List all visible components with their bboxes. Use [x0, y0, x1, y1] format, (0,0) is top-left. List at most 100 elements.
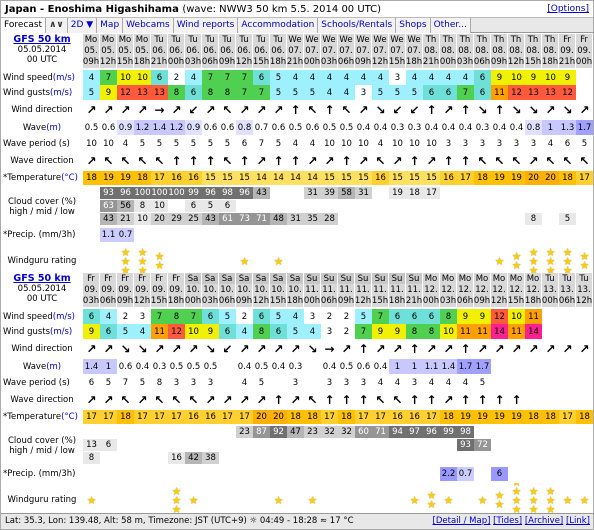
tab-other[interactable]: Other... [430, 18, 471, 33]
wave-period-cell: 3 [326, 377, 333, 388]
date-cell: 09. [168, 284, 185, 295]
wave-unit-link[interactable]: (m) [46, 362, 61, 372]
wave-period-cell: 4 [445, 377, 452, 388]
wave-label: Wave (m) [22, 361, 62, 372]
cloud-mid-cell: 56 [117, 200, 134, 212]
wave-period-cell [219, 375, 236, 390]
footer-link-detailmap[interactable]: [Detail / Map] [433, 516, 491, 526]
wave-cell: 0.3 [389, 120, 406, 135]
tab-shops[interactable]: Shops [396, 18, 431, 33]
wave-cell: 0.5 [338, 359, 355, 374]
rating-star-icon [372, 483, 389, 517]
precipitation-cell [440, 228, 457, 242]
temperature-cell: 18 [304, 410, 321, 424]
model-name-link[interactable]: GFS 50 km [1, 34, 83, 45]
wind-gusts-unit-link[interactable]: (m/s) [50, 327, 72, 337]
cloud-mid-row: 63 56 8 10 6 5 6 [83, 200, 593, 212]
cloud-low-cell [474, 213, 491, 225]
precipitation-cell [406, 228, 423, 242]
tab-bar: Forecast ∧∨ 2D ▼ Map Webcams Wind reports Acco… [1, 18, 593, 33]
wave-cell: 1.4 [440, 359, 457, 374]
footer-link-tides[interactable]: [Tides] [493, 516, 522, 526]
wind-gusts-unit-link[interactable]: (m/s) [50, 88, 72, 98]
tab-webcams[interactable]: Webcams [123, 18, 174, 33]
model-name-link[interactable]: GFS 50 km [1, 273, 83, 284]
temperature-cell: 17 [559, 410, 576, 424]
wave-unit-link[interactable]: (m) [46, 123, 61, 133]
cloud-mid-cell [423, 200, 440, 212]
precipitation-cell [423, 467, 440, 481]
tab-accommodation[interactable]: Accommodation [238, 18, 319, 33]
wind-speed-cell: 5 [219, 309, 236, 324]
cloud-high-cell: 17 [423, 187, 440, 199]
temperature-cell: 17 [151, 171, 168, 185]
cloud-mid-cell [270, 439, 287, 451]
precipitation-cell [372, 228, 389, 242]
wave-direction-arrow-icon [576, 391, 593, 408]
day-cell: Tu [253, 34, 270, 45]
wind-gusts-cell: 5 [117, 324, 134, 339]
hour-cell: 03h [185, 56, 202, 68]
wave-direction-arrow-icon: ↑ [494, 392, 505, 407]
wind-direction-arrow-icon: ↗ [154, 342, 165, 356]
cloud-mid-cell [134, 439, 151, 451]
day-cell: Tu [542, 273, 559, 284]
date-cell: 12. [525, 284, 542, 295]
wind-speed-cell: 9 [457, 309, 474, 324]
wind-gusts-cell: 5 [304, 85, 321, 100]
cloud-low-row: 43 21 10 20 29 25 43 61 73 71 48 31 35 28 8 5 [83, 213, 593, 225]
wind-speed-unit-link[interactable]: (m/s) [53, 312, 75, 322]
temperature-unit-link[interactable]: (°C) [61, 412, 78, 422]
day-cell: Su [389, 273, 406, 284]
precipitation-cell [270, 467, 287, 481]
wind-direction-arrow-icon: ↖ [222, 103, 233, 117]
wind-direction-arrow-icon: ↗ [341, 342, 352, 356]
tab-forecast[interactable]: Forecast [1, 18, 47, 33]
cloud-high-cell: 98 [219, 187, 236, 199]
temperature-unit-link[interactable]: (°C) [61, 173, 78, 183]
footer-link-link[interactable]: [Link] [566, 516, 590, 526]
wind-speed-cell: 4 [423, 70, 440, 85]
wind-gusts-cell: 6 [270, 324, 287, 339]
wave-direction-arrow-icon: ↑ [324, 392, 335, 407]
tab-graph-icon[interactable]: ∧∨ [46, 18, 68, 33]
wave-direction-arrow-icon: ↗ [86, 153, 97, 168]
wind-speed-cell: 6 [253, 309, 270, 324]
tab-wind-reports[interactable]: Wind reports [173, 18, 239, 33]
footer-link-archive[interactable]: [Archive] [525, 516, 563, 526]
wave-period-cell: 5 [258, 377, 265, 388]
tab-2d[interactable]: 2D ▼ [67, 18, 98, 33]
wind-speed-unit-link[interactable]: (m/s) [53, 73, 75, 83]
wind-speed-cell: 3 [134, 309, 151, 324]
hour-cell: 12h [372, 56, 389, 68]
cloud-mid-cell [491, 439, 508, 451]
cloud-high-cell [525, 187, 542, 199]
cloud-high-cell: 31 [355, 187, 372, 199]
date-cell: 07. [304, 45, 321, 56]
cloud-high-cell: 96 [202, 187, 219, 199]
wind-speed-cell: 12 [491, 309, 508, 324]
wave-cell: 1 [100, 359, 117, 374]
precipitation-cell [219, 467, 236, 481]
cloud-cover-title: Cloud cover (%) [7, 196, 77, 207]
options-link[interactable]: [Options] [547, 4, 589, 14]
precipitation-cell [236, 228, 253, 242]
hour-cell: 03h [83, 295, 100, 307]
hour-cell: 21h [406, 295, 423, 307]
tab-map[interactable]: Map [97, 18, 124, 33]
hour-cell: 18h [542, 56, 559, 68]
cloud-low-cell: 20 [151, 213, 168, 225]
precipitation-cell: 2.2 [440, 467, 457, 481]
precipitation-cell [134, 228, 151, 242]
wave-cell [491, 359, 508, 374]
date-cell: 09. [576, 45, 593, 56]
temperature-cell: 17 [236, 410, 253, 424]
wind-direction-arrow-icon: ↗ [579, 103, 590, 117]
temperature-cell: 18 [559, 171, 576, 185]
tab-schools-rentals[interactable]: Schools/Rentals [318, 18, 397, 33]
hour-cell: 03h [321, 56, 338, 68]
date-cell: 08. [474, 45, 491, 56]
wind-gusts-cell: 11 [457, 324, 474, 339]
wave-direction-arrow-icon: ↑ [477, 392, 488, 407]
wave-period-cell: 5 [581, 138, 588, 149]
